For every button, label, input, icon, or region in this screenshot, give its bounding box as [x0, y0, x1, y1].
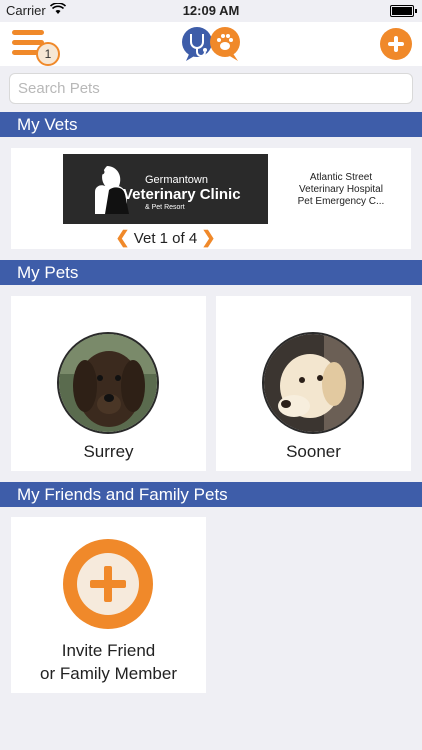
clock: 12:09 AM: [182, 3, 240, 18]
status-bar: Carrier 12:09 AM: [0, 0, 422, 22]
menu-button[interactable]: 1: [10, 28, 60, 68]
add-button[interactable]: [380, 28, 412, 60]
invite-label-line2: or Family Member: [40, 664, 177, 683]
search-input[interactable]: [9, 73, 413, 104]
pet-card-sooner[interactable]: Sooner: [216, 296, 411, 471]
vet-pager: ❮ Vet 1 of 4 ❯: [63, 228, 268, 248]
notification-badge: 1: [36, 42, 60, 66]
invite-card[interactable]: Invite Friend or Family Member: [11, 517, 206, 693]
pet-name: Surrey: [83, 442, 134, 461]
chevron-left-icon[interactable]: ❮: [115, 228, 129, 247]
vet-list-item: Pet Emergency C...: [297, 196, 385, 207]
section-header-my-vets: My Vets: [0, 112, 422, 137]
pet-name: Sooner: [286, 442, 341, 461]
app-logo: [180, 24, 244, 64]
chevron-right-icon[interactable]: ❯: [201, 228, 215, 247]
menu-bar-icon: [12, 30, 44, 35]
vet-banner-line2: Veterinary Clinic: [123, 186, 241, 203]
vet-list[interactable]: Atlantic Street Veterinary Hospital Pet …: [282, 172, 400, 208]
vet-list-item: Atlantic Street: [309, 172, 373, 183]
vets-card: Germantown Veterinary Clinic & Pet Resor…: [11, 148, 411, 249]
nav-bar: 1: [0, 22, 422, 66]
pet-avatar-surrey: [57, 332, 159, 434]
add-circle-icon: [63, 539, 153, 629]
vet-pager-label: Vet 1 of 4: [133, 230, 198, 247]
vet-banner-line1: Germantown: [145, 174, 208, 186]
vet-list-item: Veterinary Hospital: [299, 184, 383, 195]
section-header-friends-family: My Friends and Family Pets: [0, 482, 422, 507]
vet-banner-line3: & Pet Resort: [145, 204, 185, 211]
pet-avatar-sooner: [262, 332, 364, 434]
pet-card-surrey[interactable]: Surrey: [11, 296, 206, 471]
vet-banner[interactable]: Germantown Veterinary Clinic & Pet Resor…: [63, 154, 268, 224]
section-header-my-pets: My Pets: [0, 260, 422, 285]
battery-icon: [390, 5, 417, 17]
invite-label-line1: Invite Friend: [61, 641, 156, 660]
